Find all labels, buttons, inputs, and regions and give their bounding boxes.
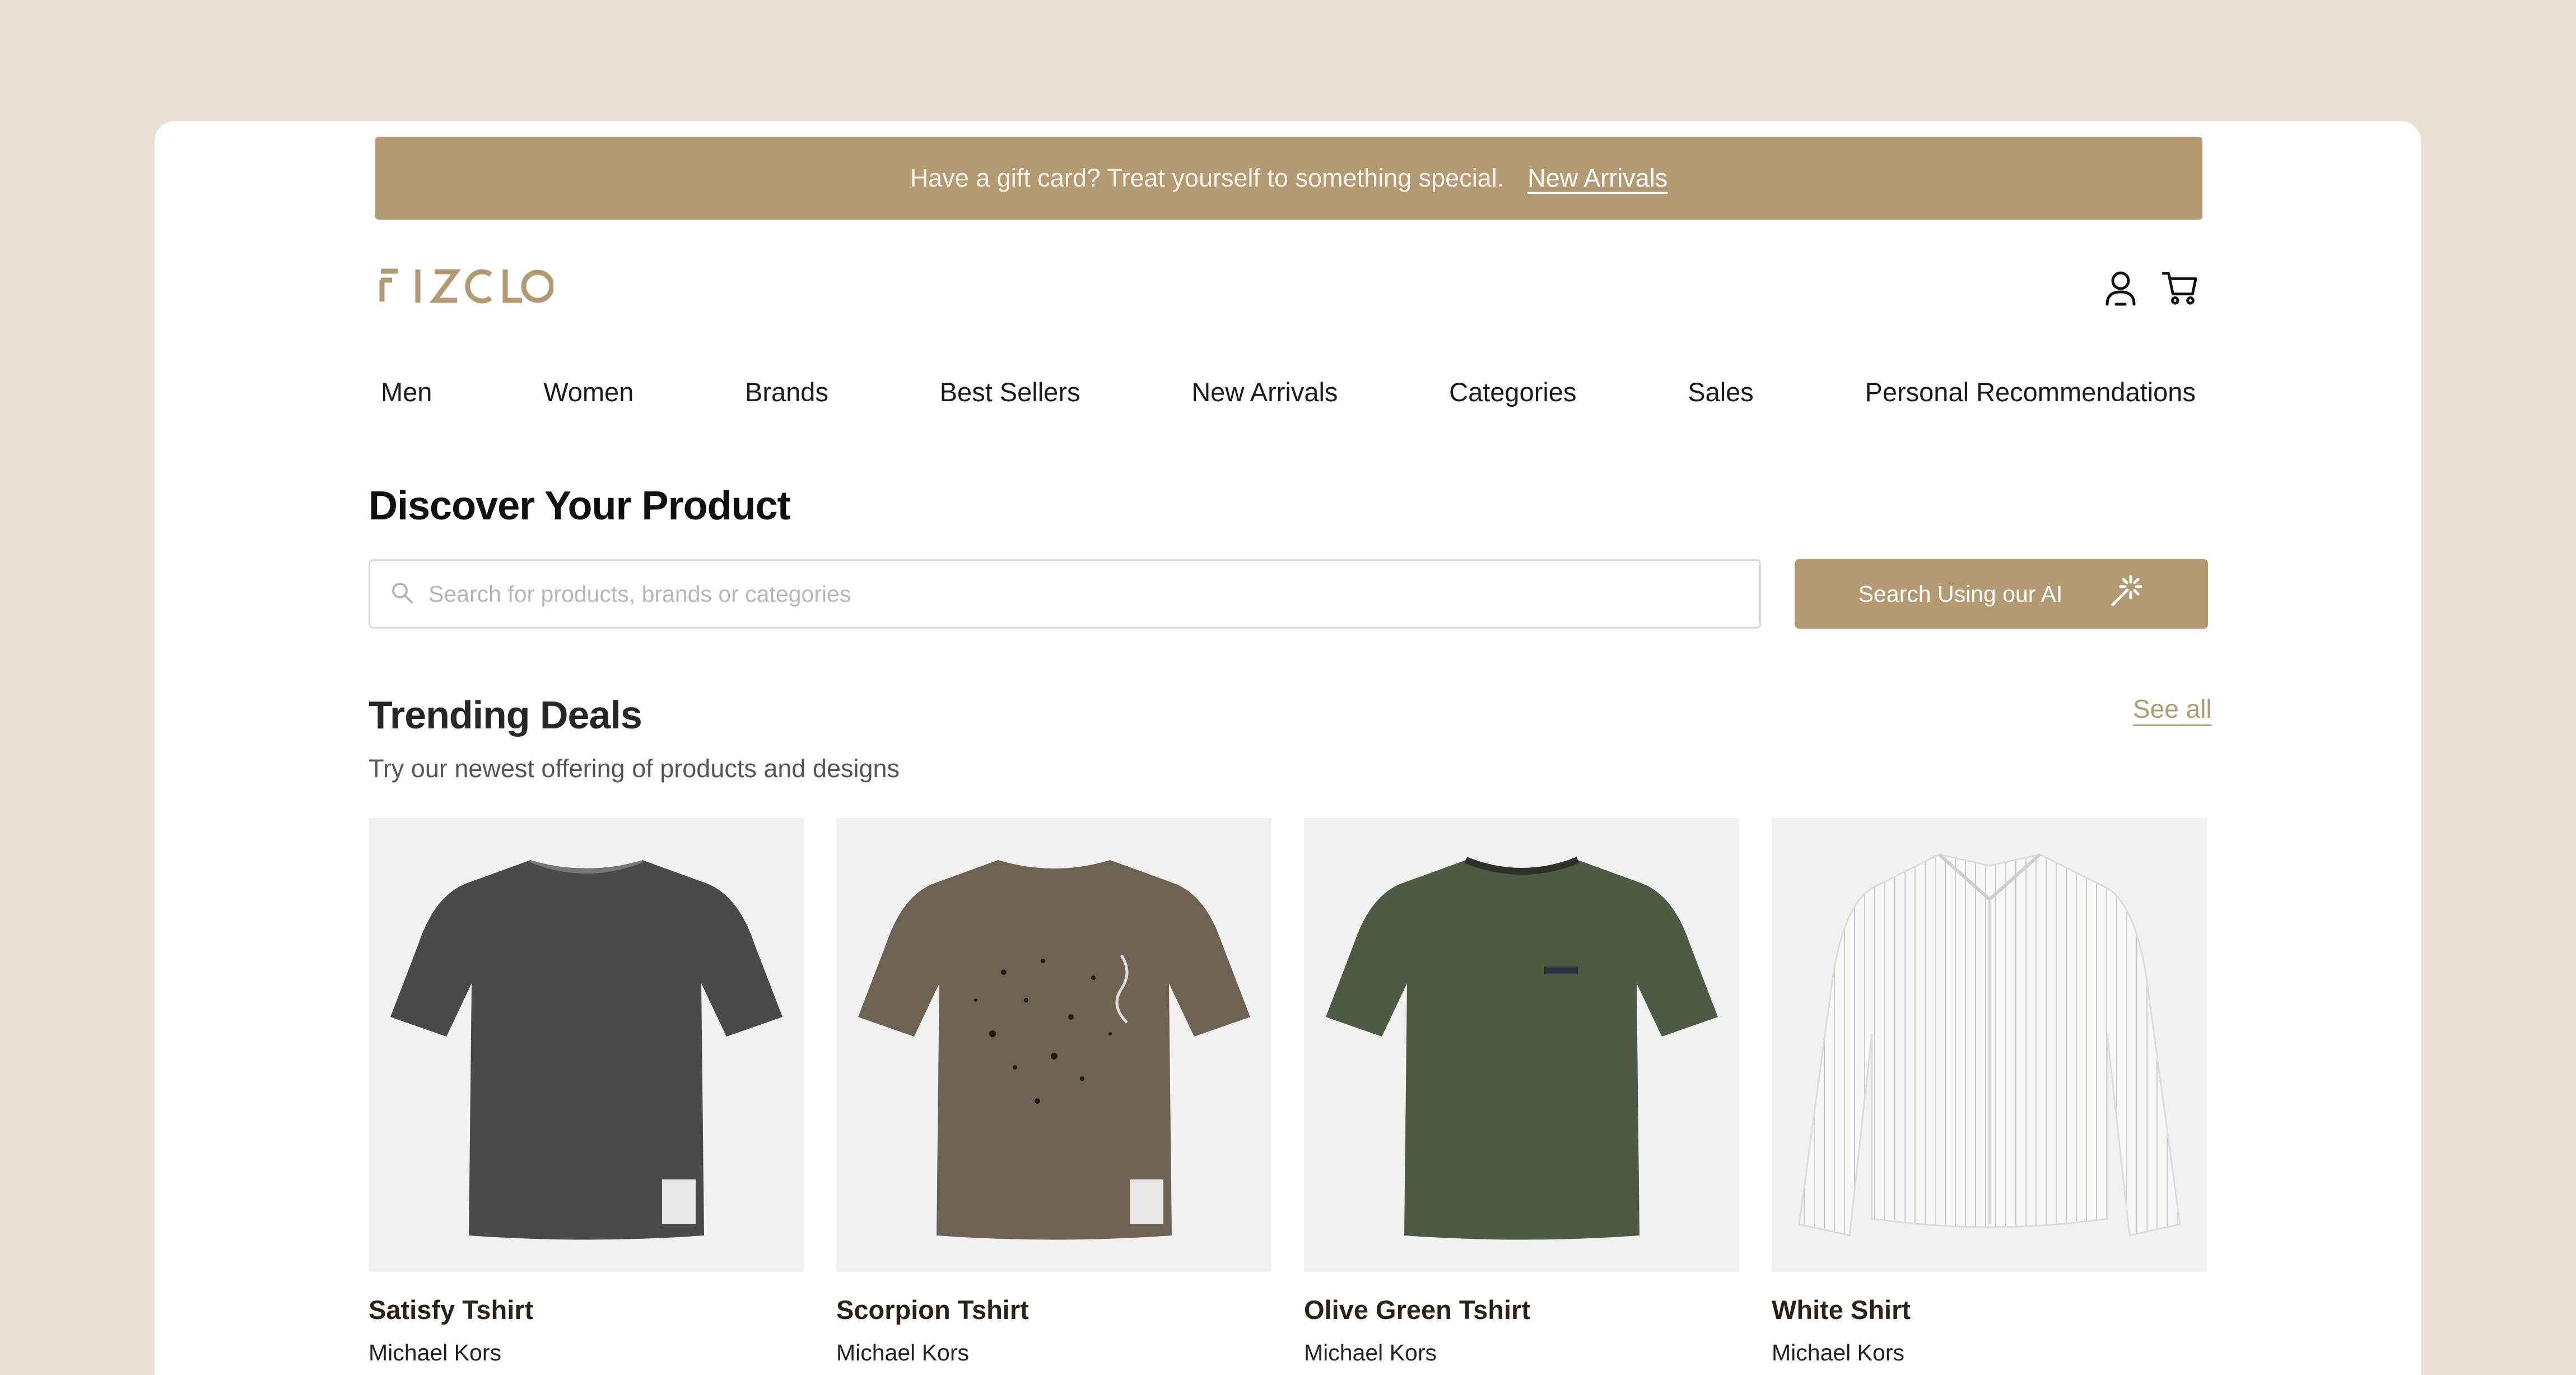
magic-wand-icon [2108,573,2144,615]
search-field[interactable] [369,559,1761,629]
product-brand: Michael Kors [369,1340,501,1365]
product-image [1772,818,2207,1272]
product-name: Satisfy Tshirt [369,1295,534,1325]
product-image [369,818,804,1272]
product-image [1304,818,1739,1272]
logo-graphic [379,268,555,304]
product-name: Olive Green Tshirt [1304,1295,1530,1325]
product-brand: Michael Kors [1304,1340,1437,1365]
product-name: White Shirt [1772,1295,1911,1325]
ai-search-button[interactable]: Search Using our AI [1795,559,2208,629]
see-all-link[interactable]: See all [2133,694,2212,724]
trending-subtitle: Try our newest offering of products and … [369,754,900,783]
nav-item-categories[interactable]: Categories [1449,377,1576,407]
nav-item-personal-recommendations[interactable]: Personal Recommendations [1865,377,2196,407]
product-card[interactable]: Satisfy Tshirt Michael Kors [369,818,804,1366]
ai-search-label: Search Using our AI [1858,580,2063,607]
search-icon [390,581,414,607]
trending-title: Trending Deals [369,693,642,737]
cart-icon[interactable] [2161,269,2199,307]
nav-item-men[interactable]: Men [381,377,432,407]
promo-banner: Have a gift card? Treat yourself to some… [375,137,2202,220]
promo-text: Have a gift card? Treat yourself to some… [910,164,1504,192]
product-brand: Michael Kors [1772,1340,1904,1365]
nav-item-new-arrivals[interactable]: New Arrivals [1191,377,1338,407]
nav-item-sales[interactable]: Sales [1688,377,1754,407]
product-image [836,818,1271,1272]
product-grid: Satisfy Tshirt Michael Kors Scorpion Tsh… [369,818,2207,1366]
header-actions [2102,269,2199,307]
product-card[interactable]: White Shirt Michael Kors [1772,818,2207,1366]
discover-title: Discover Your Product [369,484,791,528]
nav-item-best-sellers[interactable]: Best Sellers [940,377,1080,407]
main-nav: Men Women Brands Best Sellers New Arriva… [381,377,2196,407]
nav-item-women[interactable]: Women [543,377,633,407]
fizclo-logo[interactable] [379,267,555,306]
nav-item-brands[interactable]: Brands [745,377,828,407]
product-brand: Michael Kors [836,1340,969,1365]
product-name: Scorpion Tshirt [836,1295,1029,1325]
product-card[interactable]: Olive Green Tshirt Michael Kors [1304,818,1739,1366]
product-card[interactable]: Scorpion Tshirt Michael Kors [836,818,1271,1366]
search-input[interactable] [428,580,1759,607]
user-icon[interactable] [2102,269,2140,307]
promo-new-arrivals-link[interactable]: New Arrivals [1527,164,1667,193]
